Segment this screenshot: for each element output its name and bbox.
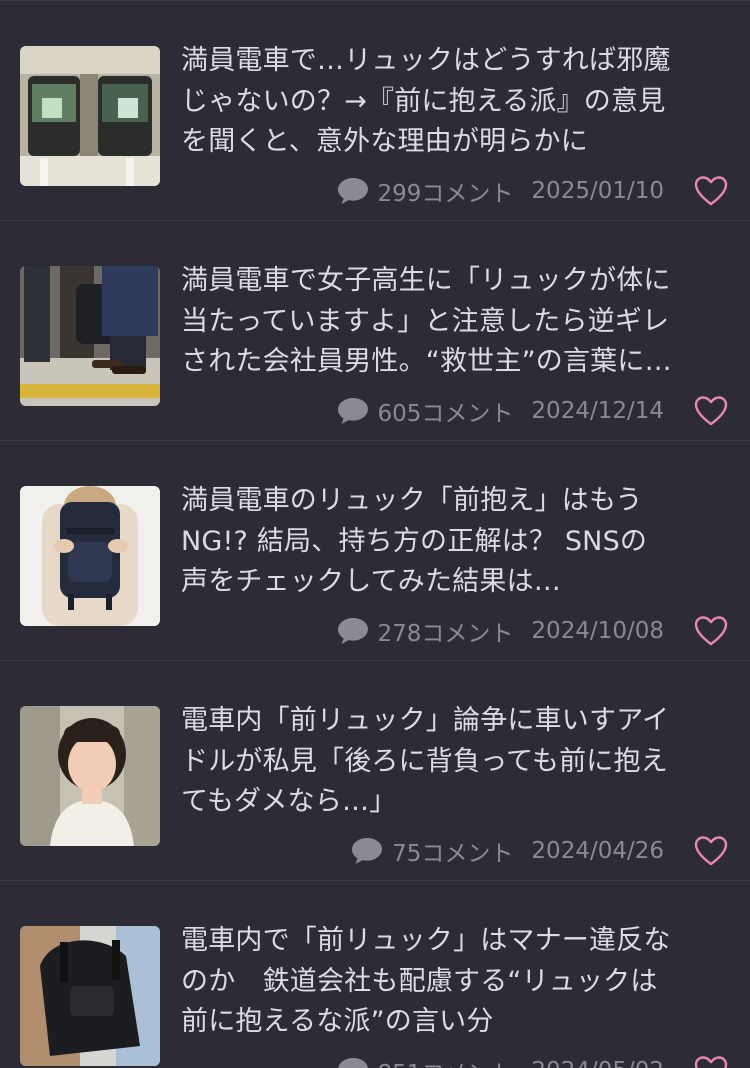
article-item[interactable]: 電車内で「前リュック」はマナー違反な のか 鉄道会社も配慮する“リュックは 前に… bbox=[0, 881, 750, 1068]
article-item[interactable]: 電車内「前リュック」論争に車いすアイ ドルが私見「後ろに背負っても前に抱え ても… bbox=[0, 661, 750, 881]
article-item[interactable]: 満員電車で女子高生に「リュックが体に 当たっていますよ」と注意したら逆ギレ され… bbox=[0, 221, 750, 441]
article-title[interactable]: 満員電車で女子高生に「リュックが体に 当たっていますよ」と注意したら逆ギレ され… bbox=[181, 261, 726, 383]
heart-icon[interactable] bbox=[694, 395, 728, 427]
article-date: 2024/10/08 bbox=[531, 618, 664, 644]
platform-crowd-image bbox=[20, 266, 160, 406]
article-title[interactable]: 満員電車のリュック「前抱え」はもう NG!? 結局、持ち方の正解は？ SNSの … bbox=[181, 481, 726, 603]
article-title[interactable]: 満員電車で…リュックはどうすれば邪魔 じゃないの？→『前に抱える派』の意見 を聞… bbox=[181, 41, 726, 163]
article-meta: 75コメント 2024/04/26 bbox=[350, 831, 728, 871]
comment-count: 278コメント bbox=[377, 621, 514, 647]
article-item[interactable]: 満員電車で…リュックはどうすれば邪魔 じゃないの？→『前に抱える派』の意見 を聞… bbox=[0, 1, 750, 221]
comment-count: 605コメント bbox=[377, 401, 514, 427]
idol-portrait-image bbox=[20, 706, 160, 846]
article-date: 2024/05/02 bbox=[531, 1058, 664, 1068]
article-date: 2024/04/26 bbox=[531, 838, 664, 864]
train-passengers-image bbox=[20, 46, 160, 186]
article-feed: 満員電車で…リュックはどうすれば邪魔 じゃないの？→『前に抱える派』の意見 を聞… bbox=[0, 0, 750, 1068]
article-date: 2025/01/10 bbox=[531, 178, 664, 204]
article-meta: 299コメント 2025/01/10 bbox=[336, 171, 728, 211]
article-title[interactable]: 電車内「前リュック」論争に車いすアイ ドルが私見「後ろに背負っても前に抱え ても… bbox=[181, 701, 726, 823]
heart-icon[interactable] bbox=[694, 615, 728, 647]
comment-count: 851コメント bbox=[378, 1054, 514, 1068]
comment-icon bbox=[352, 838, 383, 864]
comment-icon bbox=[337, 618, 368, 644]
heart-icon[interactable] bbox=[694, 835, 728, 867]
article-meta: 278コメント 2024/10/08 bbox=[336, 611, 728, 651]
comment-icon bbox=[337, 178, 368, 204]
backpack-carry-image bbox=[20, 926, 160, 1066]
comment-count: 75コメント bbox=[392, 841, 514, 867]
heart-icon[interactable] bbox=[694, 175, 728, 207]
heart-icon[interactable] bbox=[694, 1055, 728, 1068]
comment-icon bbox=[337, 1058, 368, 1068]
article-meta: 605コメント 2024/12/14 bbox=[336, 391, 728, 431]
article-date: 2024/12/14 bbox=[531, 398, 664, 424]
article-meta: 851コメント 2024/05/02 bbox=[336, 1051, 728, 1068]
backpack-front-image bbox=[20, 486, 160, 626]
article-title[interactable]: 電車内で「前リュック」はマナー違反な のか 鉄道会社も配慮する“リュックは 前に… bbox=[181, 921, 726, 1043]
comment-icon bbox=[337, 398, 368, 424]
article-item[interactable]: 満員電車のリュック「前抱え」はもう NG!? 結局、持ち方の正解は？ SNSの … bbox=[0, 441, 750, 661]
comment-count: 299コメント bbox=[377, 181, 514, 207]
